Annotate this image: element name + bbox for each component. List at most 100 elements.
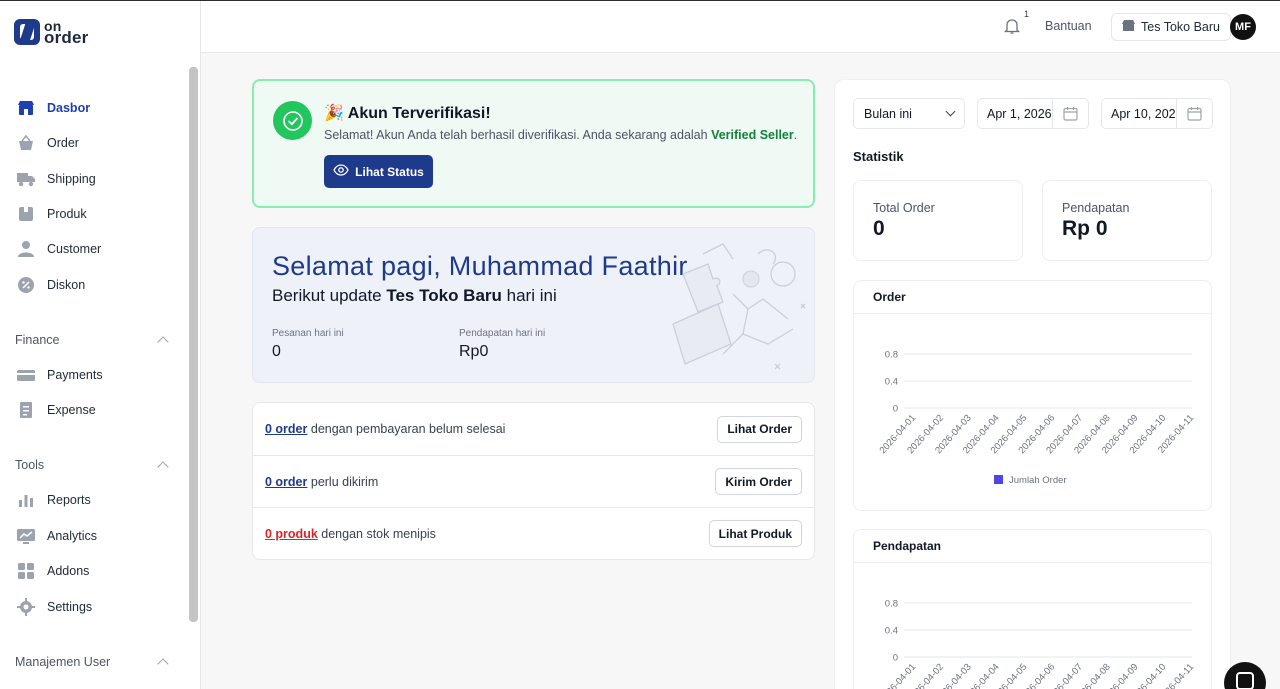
section-title: Manajemen User — [15, 655, 111, 669]
sidebar-item-reports[interactable]: Reports — [16, 488, 91, 512]
task-row: 0 order perlu dikirim Kirim Order — [253, 455, 814, 507]
sidebar-item-payments[interactable]: Payments — [16, 363, 103, 387]
avatar[interactable]: MF — [1230, 14, 1256, 40]
sidebar-item-addons[interactable]: Addons — [16, 559, 89, 583]
view-order-button[interactable]: Lihat Order — [717, 415, 802, 443]
store-icon — [1122, 19, 1135, 35]
notification-count: 1 — [1024, 9, 1030, 19]
period-select[interactable]: Bulan ini — [853, 98, 965, 129]
y-tick-label: 0.4 — [885, 626, 898, 637]
sidebar-item-label: Order — [47, 136, 79, 150]
total-order-label: Total Order — [873, 201, 935, 215]
sidebar-item-dasbor[interactable]: Dasbor — [16, 96, 90, 120]
basket-icon — [16, 133, 36, 153]
revenue-chart: 0.80.402026-04-012026-04-022026-04-03202… — [878, 599, 1197, 689]
view-status-button[interactable]: Lihat Status — [324, 155, 433, 188]
sidebar-item-settings[interactable]: Settings — [16, 595, 92, 619]
sidebar-item-shipping[interactable]: Shipping — [16, 167, 96, 191]
total-order-value: 0 — [873, 217, 885, 240]
topbar: 1 Bantuan Tes Toko Baru MF — [201, 1, 1280, 53]
logo-mark-icon — [14, 19, 40, 45]
x-tick-label: 2026-04-01 — [878, 662, 919, 689]
sidebar-item-label: Customer — [47, 242, 102, 256]
chevron-up-icon — [157, 461, 169, 473]
grid-icon — [16, 561, 36, 581]
brand-line2: order — [44, 28, 89, 47]
view-product-button[interactable]: Lihat Produk — [708, 520, 802, 547]
sidebar-item-label: Analytics — [47, 529, 98, 543]
puzzle-illustration — [672, 243, 806, 370]
revenue-today-label: Pendapatan hari ini — [459, 328, 546, 339]
statistics-panel: Bulan ini Apr 1, 2026 Apr 10, 2026 Stati… — [834, 79, 1231, 689]
help-link[interactable]: Bantuan — [1045, 19, 1092, 33]
sidebar-item-label: Produk — [47, 207, 87, 221]
sidebar-item-analytics[interactable]: Analytics — [16, 524, 97, 548]
greeting-title: Selamat pagi, Muhammad Faathir. — [272, 251, 694, 281]
sidebar-item-label: Expense — [47, 403, 96, 417]
sidebar-item-diskon[interactable]: Diskon — [16, 273, 85, 297]
task-link[interactable]: 0 order — [265, 422, 307, 436]
brand-logo[interactable]: on order — [14, 19, 89, 47]
revenue-card: Pendapatan Rp 0 — [1042, 180, 1212, 261]
section-manajemen-user[interactable]: Manajemen User — [15, 655, 169, 670]
person-icon — [16, 239, 36, 259]
section-title: Finance — [15, 333, 60, 347]
calendar-icon[interactable] — [1052, 99, 1088, 128]
y-tick-label: 0.8 — [885, 599, 898, 610]
verified-banner: 🎉 Akun Terverifikasi! Selamat! Akun Anda… — [252, 79, 815, 208]
y-tick-label: 0.8 — [885, 350, 898, 361]
total-order-card: Total Order 0 — [853, 180, 1023, 261]
sidebar-item-label: Addons — [47, 564, 90, 578]
order-chart-card: Order 0.8 0.4 0 2026-04-01 2026-04-02 2026-04… — [853, 280, 1212, 511]
ship-order-button[interactable]: Kirim Order — [715, 468, 802, 495]
verified-seller-label: Verified Seller — [711, 128, 794, 142]
sidebar-item-expense[interactable]: Expense — [16, 398, 96, 422]
section-finance[interactable]: Finance — [15, 333, 169, 348]
legend-swatch — [994, 475, 1003, 484]
sidebar: on order Dasbor Order Shipping Produk Cu… — [0, 1, 201, 689]
verified-description: Selamat! Akun Anda telah berhasil diveri… — [324, 128, 798, 142]
bar-chart-icon — [16, 490, 36, 510]
y-tick-label: 0 — [893, 653, 898, 664]
section-tools[interactable]: Tools — [15, 458, 169, 473]
orders-today-value: 0 — [272, 343, 281, 360]
sidebar-item-label: Settings — [47, 600, 93, 614]
greeting-subtitle: Berikut update Tes Toko Baru hari ini — [272, 286, 557, 305]
task-link[interactable]: 0 produk — [265, 527, 318, 541]
box-icon — [16, 204, 36, 224]
storefront-icon — [16, 98, 36, 118]
y-tick-label: 0 — [893, 404, 898, 415]
statistics-title: Statistik — [853, 149, 904, 164]
sidebar-item-label: Diskon — [47, 278, 86, 292]
revenue-today-value: Rp0 — [459, 343, 489, 360]
chevron-down-icon — [945, 106, 956, 117]
store-switcher-button[interactable]: Tes Toko Baru — [1111, 13, 1231, 41]
task-row: 0 produk dengan stok menipis Lihat Produ… — [253, 507, 814, 559]
revenue-chart-card: Pendapatan 0.8 0.4 0 2026-04-01 2026-04-02 20… — [853, 529, 1212, 689]
task-list: 0 order dengan pembayaran belum selesai … — [252, 402, 815, 560]
start-date-picker[interactable]: Apr 1, 2026 — [977, 98, 1089, 129]
end-date-input[interactable]: Apr 10, 2026 — [1102, 107, 1176, 121]
analytics-icon — [16, 526, 36, 546]
receipt-icon — [16, 400, 36, 420]
gear-icon — [16, 597, 36, 617]
sidebar-scrollbar[interactable] — [189, 67, 198, 622]
eye-icon — [333, 164, 349, 179]
sidebar-item-order[interactable]: Order — [16, 131, 79, 155]
revenue-value: Rp 0 — [1062, 217, 1108, 240]
task-link[interactable]: 0 order — [265, 475, 307, 489]
chat-icon — [1236, 672, 1254, 689]
legend-label: Jumlah Order — [1009, 475, 1067, 486]
sidebar-item-label: Reports — [47, 493, 91, 507]
bell-icon[interactable] — [1003, 17, 1021, 40]
calendar-icon[interactable] — [1176, 99, 1212, 128]
verified-title: 🎉 Akun Terverifikasi! — [324, 105, 491, 122]
section-title: Tools — [15, 458, 45, 472]
store-name: Tes Toko Baru — [1141, 20, 1220, 34]
card-icon — [16, 365, 36, 385]
end-date-picker[interactable]: Apr 10, 2026 — [1101, 98, 1213, 129]
store-name: Tes Toko Baru — [386, 286, 502, 305]
start-date-input[interactable]: Apr 1, 2026 — [978, 107, 1052, 121]
sidebar-item-produk[interactable]: Produk — [16, 202, 87, 226]
sidebar-item-customer[interactable]: Customer — [16, 237, 101, 261]
